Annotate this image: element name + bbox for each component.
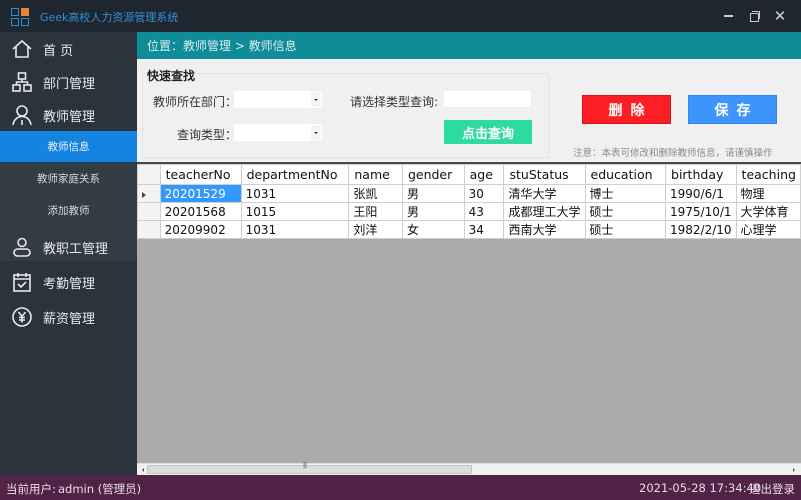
column-header[interactable]: teacherNo — [159, 164, 242, 185]
app-logo-icon — [11, 8, 29, 26]
column-header[interactable]: gender — [401, 164, 465, 185]
datetime: 2021-05-28 17:34:40 — [639, 481, 762, 495]
table-cell[interactable]: 1982/2/10 — [665, 220, 737, 239]
sidebar-item-staff[interactable]: 教职工管理 — [0, 230, 137, 264]
table-cell[interactable]: 20201568 — [159, 202, 242, 221]
table-cell[interactable]: 男 — [401, 202, 465, 221]
table-cell[interactable]: 1031 — [240, 220, 350, 239]
column-header[interactable]: departmentNo — [240, 164, 350, 185]
sidebar: 首 页 部门管理 教师管理 教师信息 教师家庭关系 添加教师 教职工管理 考勤管… — [0, 32, 137, 475]
sidebar-item-label: 部门管理 — [43, 76, 96, 92]
chevron-down-icon — [311, 125, 321, 140]
sidebar-item-label: 教师管理 — [43, 109, 96, 125]
column-header[interactable]: stuStatus — [503, 164, 586, 185]
table-header-row: teacherNo departmentNo name gender age s… — [137, 164, 801, 185]
row-header-corner — [137, 164, 161, 185]
save-button[interactable]: 保存 — [688, 95, 777, 124]
table-cell[interactable]: 刘洋 — [348, 220, 403, 239]
table-cell[interactable]: 博士 — [584, 184, 667, 203]
department-select[interactable] — [233, 90, 323, 109]
query-value-label: 请选择类型查询: — [350, 95, 439, 109]
query-type-label: 查询类型： — [177, 128, 238, 142]
table-cell[interactable]: 43 — [463, 202, 505, 221]
table-cell[interactable]: 西南大学 — [503, 220, 586, 239]
table-cell[interactable]: 1031 — [240, 184, 350, 203]
table-cell[interactable]: 1015 — [240, 202, 350, 221]
row-header[interactable] — [137, 202, 161, 221]
teacher-table: teacherNo departmentNo name gender age s… — [137, 164, 801, 239]
sidebar-item-label: 教职工管理 — [43, 241, 109, 257]
table-cell[interactable]: 清华大学 — [503, 184, 586, 203]
sidebar-item-attendance[interactable]: 考勤管理 — [0, 265, 137, 299]
table-cell[interactable]: 大学体育 — [735, 202, 801, 221]
sidebar-item-label: 首 页 — [43, 43, 74, 59]
table-cell[interactable]: 硕士 — [584, 220, 667, 239]
sidebar-subitem-teacher-family[interactable]: 教师家庭关系 — [0, 163, 137, 194]
close-button[interactable]: ✕ — [769, 6, 791, 26]
scroll-right-icon[interactable] — [789, 465, 799, 475]
status-bar: 当前用户: admin (管理员) 2021-05-28 17:34:40 退出… — [0, 475, 801, 500]
org-chart-icon — [12, 72, 32, 92]
table-cell[interactable]: 20209902 — [159, 220, 242, 239]
table-cell[interactable]: 20201529 — [159, 184, 242, 203]
yen-icon — [12, 307, 32, 327]
column-header[interactable]: name — [348, 164, 403, 185]
sidebar-item-teacher[interactable]: 教师管理 — [0, 98, 137, 132]
table-cell[interactable]: 男 — [401, 184, 465, 203]
teacher-grid: teacherNo departmentNo name gender age s… — [137, 162, 801, 463]
delete-button[interactable]: 删除 — [582, 95, 671, 124]
warning-note: 注意：本表可修改和删除教师信息，请谨慎操作 — [573, 148, 773, 159]
scrollbar-thumb[interactable] — [147, 462, 472, 474]
table-cell[interactable]: 成都理工大学 — [503, 202, 586, 221]
query-button[interactable]: 点击查询 — [444, 120, 532, 144]
sidebar-item-salary[interactable]: 薪资管理 — [0, 300, 137, 334]
column-header[interactable]: birthday — [665, 164, 737, 185]
table-cell[interactable]: 1975/10/1 — [665, 202, 737, 221]
sidebar-item-home[interactable]: 首 页 — [0, 32, 137, 66]
table-cell[interactable]: 34 — [463, 220, 505, 239]
sidebar-item-label: 考勤管理 — [43, 276, 96, 292]
table-row[interactable]: 20201568 1015 王阳 男 43 成都理工大学 硕士 1975/10/… — [137, 202, 801, 221]
current-row-icon — [142, 191, 146, 198]
quick-search-title: 快速查找 — [147, 67, 198, 84]
table-cell[interactable]: 30 — [463, 184, 505, 203]
department-label: 教师所在部门： — [153, 95, 238, 109]
app-title: Geek高校人力资源管理系统 — [40, 11, 179, 24]
column-header[interactable]: teaching — [735, 164, 801, 185]
user-icon — [12, 105, 32, 126]
table-cell[interactable]: 心理学 — [735, 220, 801, 239]
horizontal-scrollbar[interactable] — [137, 462, 801, 475]
search-panel: 快速查找 教师所在部门： 查询类型： 请选择类型查询: 点击查询 删除 保存 注… — [137, 59, 801, 162]
title-bar: Geek高校人力资源管理系统 ✕ — [0, 0, 801, 32]
logout-link[interactable]: 退出登录 — [749, 481, 795, 497]
row-header[interactable] — [137, 220, 161, 239]
home-icon — [12, 39, 32, 58]
breadcrumb: 位置：教师管理 > 教师信息 — [137, 32, 801, 59]
query-type-select[interactable] — [233, 123, 323, 142]
chevron-down-icon — [311, 92, 321, 107]
calendar-check-icon — [13, 273, 31, 292]
table-row[interactable]: 20201529 1031 张凯 男 30 清华大学 博士 1990/6/1 物… — [137, 184, 801, 203]
current-user-value: admin (管理员) — [58, 482, 142, 496]
sidebar-subitem-add-teacher[interactable]: 添加教师 — [0, 195, 137, 226]
quick-search-group — [142, 73, 549, 158]
table-cell[interactable]: 物理 — [735, 184, 801, 203]
restore-button[interactable] — [743, 6, 765, 26]
column-header[interactable]: education — [584, 164, 667, 185]
sidebar-item-label: 薪资管理 — [43, 311, 96, 327]
table-cell[interactable]: 张凯 — [348, 184, 403, 203]
column-header[interactable]: age — [463, 164, 505, 185]
row-header[interactable] — [137, 184, 161, 203]
person-icon — [13, 237, 31, 257]
minimize-button[interactable] — [717, 6, 739, 26]
table-cell[interactable]: 硕士 — [584, 202, 667, 221]
sidebar-subitem-teacher-info[interactable]: 教师信息 — [0, 131, 137, 162]
table-row[interactable]: 20209902 1031 刘洋 女 34 西南大学 硕士 1982/2/10 … — [137, 220, 801, 239]
table-cell[interactable]: 1990/6/1 — [665, 184, 737, 203]
sidebar-item-department[interactable]: 部门管理 — [0, 65, 137, 99]
query-value-input[interactable] — [443, 90, 532, 108]
table-cell[interactable]: 王阳 — [348, 202, 403, 221]
current-user-label: 当前用户: — [6, 482, 56, 496]
table-cell[interactable]: 女 — [401, 220, 465, 239]
